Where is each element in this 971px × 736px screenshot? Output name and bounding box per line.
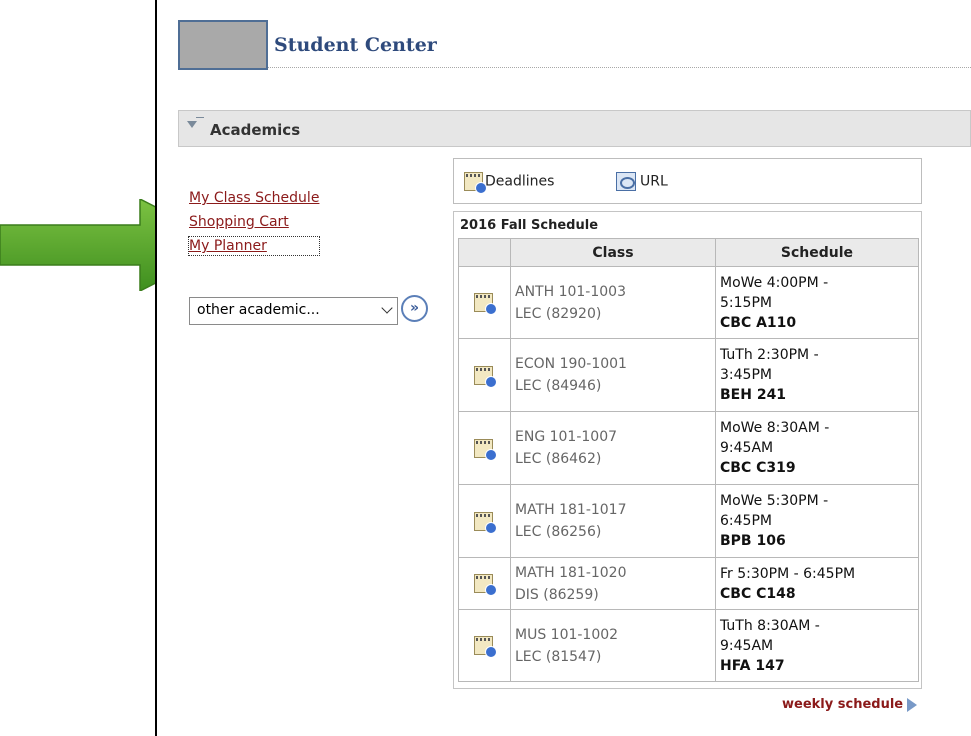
calendar-info-icon[interactable] — [474, 293, 497, 315]
table-row: MATH 181-1020 DIS (86259) Fr 5:30PM - 6:4… — [458, 557, 919, 610]
chevron-down-icon — [381, 302, 393, 314]
class-cell: MUS 101-1002 LEC (81547) — [510, 609, 716, 682]
column-header-schedule: Schedule — [715, 238, 919, 267]
url-link-icon — [616, 172, 636, 191]
play-arrow-icon — [907, 697, 918, 712]
calendar-info-icon[interactable] — [474, 365, 497, 388]
my-planner-link[interactable]: My Planner — [187, 236, 321, 256]
title-divider — [268, 67, 971, 68]
page-title: Student Center — [274, 34, 437, 56]
student-center-panel: Student Center Academics My Class Schedu… — [155, 0, 971, 736]
schedule-cell: Fr 5:30PM - 6:45PM CBC C148 — [715, 557, 919, 610]
table-row: ANTH 101-1003 LEC (82920) MoWe 4:00PM -5:… — [458, 266, 919, 339]
shopping-cart-link[interactable]: Shopping Cart — [189, 210, 319, 234]
class-schedule-panel: 2016 Fall Schedule Class Schedule ANTH 1… — [453, 211, 922, 689]
column-header-icon — [458, 238, 511, 267]
deadlines-label: Deadlines — [485, 173, 555, 190]
calendar-info-icon — [464, 172, 487, 194]
academic-links: My Class Schedule Shopping Cart My Plann… — [187, 186, 321, 256]
calendar-info-icon[interactable] — [474, 636, 497, 658]
schedule-table: Class Schedule ANTH 101-1003 LEC (82920) … — [458, 238, 919, 682]
url-button[interactable]: URL — [616, 172, 668, 191]
weekly-schedule-link[interactable]: weekly schedule — [782, 697, 918, 712]
calendar-info-icon[interactable] — [474, 511, 497, 534]
table-row: ECON 190-1001 LEC (84946) TuTh 2:30PM -3:… — [458, 338, 919, 412]
schedule-title: 2016 Fall Schedule — [460, 218, 599, 233]
select-value: other academic... — [197, 302, 320, 318]
schedule-cell: MoWe 5:30PM -6:45PM BPB 106 — [715, 484, 919, 558]
class-cell: ECON 190-1001 LEC (84946) — [510, 338, 716, 412]
schedule-cell: MoWe 8:30AM -9:45AM CBC C319 — [715, 411, 919, 485]
other-academic-select[interactable]: other academic... — [189, 297, 398, 325]
column-header-class: Class — [510, 238, 716, 267]
url-label: URL — [640, 173, 668, 190]
my-class-schedule-link[interactable]: My Class Schedule — [189, 186, 319, 210]
schedule-cell: TuTh 2:30PM -3:45PM BEH 241 — [715, 338, 919, 412]
schedule-cell: TuTh 8:30AM -9:45AM HFA 147 — [715, 609, 919, 682]
table-row: MATH 181-1017 LEC (86256) MoWe 5:30PM -6:… — [458, 484, 919, 558]
section-title: Academics — [210, 121, 301, 139]
class-cell: MATH 181-1017 LEC (86256) — [510, 484, 716, 558]
collapse-triangle-icon[interactable] — [187, 117, 204, 128]
class-cell: MATH 181-1020 DIS (86259) — [510, 557, 716, 610]
calendar-info-icon[interactable] — [474, 438, 497, 461]
calendar-info-icon[interactable] — [474, 574, 497, 596]
table-row: ENG 101-1007 LEC (86462) MoWe 8:30AM -9:4… — [458, 411, 919, 485]
deadlines-button[interactable]: Deadlines — [464, 172, 555, 194]
schedule-toolbar: Deadlines URL — [453, 158, 922, 204]
schedule-cell: MoWe 4:00PM -5:15PM CBC A110 — [715, 266, 919, 339]
weekly-schedule-label: weekly schedule — [782, 697, 904, 712]
logo-placeholder — [178, 20, 268, 70]
go-button[interactable]: » — [401, 295, 428, 322]
class-cell: ENG 101-1007 LEC (86462) — [510, 411, 716, 485]
class-cell: ANTH 101-1003 LEC (82920) — [510, 266, 716, 339]
academics-section-header[interactable]: Academics — [178, 110, 971, 147]
table-row: MUS 101-1002 LEC (81547) TuTh 8:30AM -9:4… — [458, 609, 919, 682]
